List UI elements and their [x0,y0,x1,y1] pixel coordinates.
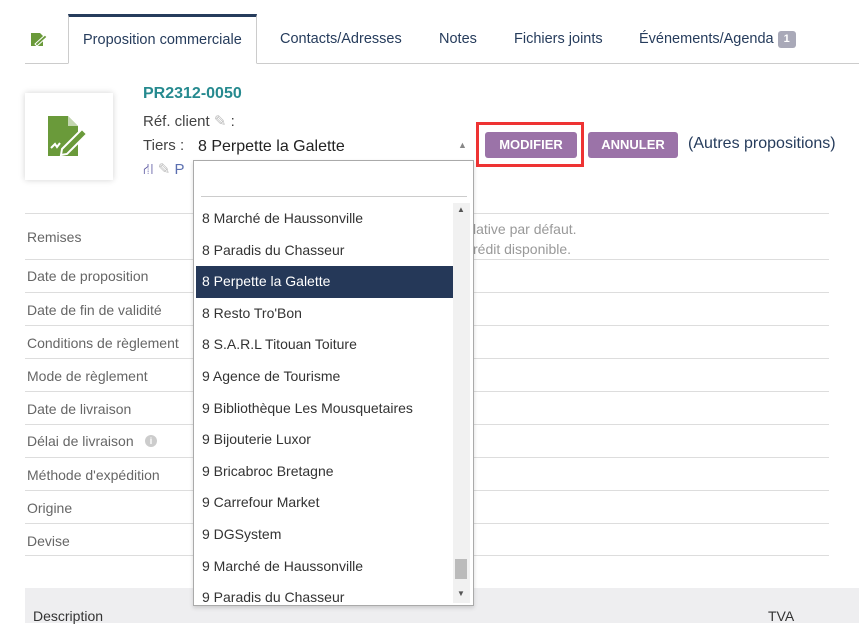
project-link[interactable]: P [174,161,184,178]
info-icon[interactable]: i [145,435,157,447]
tiers-dropdown: 8 Marché de Haussonville 8 Paradis du Cha… [193,160,474,606]
field-label-mode-reglement: Mode de règlement [27,368,148,384]
remises-line-1: lative par défaut. [473,221,577,237]
dropdown-option[interactable]: 9 Bibliothèque Les Mousquetaires [196,393,454,425]
dropdown-option[interactable]: 8 Resto Tro'Bon [196,298,454,330]
remises-info: lative par défaut. rédit disponible. [473,219,577,259]
proposal-edit-icon [48,116,89,157]
edit-ref-client-icon[interactable]: ✎ [214,113,227,130]
tiers-select-value: 8 Perpette la Galette [198,138,345,155]
tab-events-label: Événements/Agenda [639,31,774,47]
dropdown-option[interactable]: 8 Paradis du Chasseur [196,235,454,267]
dropdown-option[interactable]: 8 Marché de Haussonville [196,203,454,235]
field-label-devise: Devise [27,533,70,549]
edit-project-icon[interactable]: ✎ [154,161,171,178]
col-tva: TVA [768,608,795,624]
field-label-delai-livraison: Délai de livraison [27,433,134,449]
proposal-icon-tab[interactable] [30,14,48,64]
caret-up-icon: ▲ [458,140,467,150]
dropdown-option[interactable]: 9 Marché de Haussonville [196,551,454,583]
field-label-date-livraison: Date de livraison [27,401,132,417]
ref-client-label: Réf. client [143,113,210,130]
dropdown-option[interactable]: 9 Carrefour Market [196,487,454,519]
field-label-conditions-reglement: Conditions de règlement [27,335,179,351]
project-icon: ⛙ [143,161,154,178]
scroll-down-icon[interactable]: ▼ [457,589,465,598]
proposal-ref: PR2312-0050 [143,85,242,102]
tiers-label: Tiers : [143,137,185,154]
scrollbar-thumb[interactable] [455,559,467,579]
proposal-icon [31,33,48,47]
col-description: Description [33,608,104,624]
tab-notes[interactable]: Notes [439,14,477,64]
tab-contacts[interactable]: Contacts/Adresses [280,14,402,64]
events-count-badge: 1 [777,31,796,48]
scroll-up-icon[interactable]: ▲ [457,205,465,214]
tab-proposition[interactable]: Proposition commerciale [68,14,257,64]
tiers-select[interactable]: 8 Perpette la Galette ▲ [193,134,474,160]
project-row: ⛙ ✎ P [143,160,184,180]
colon: : [230,113,235,130]
ref-client-row: Réf. client ✎ : [143,112,235,130]
proposal-logo [25,93,113,180]
dropdown-option[interactable]: 9 Paradis du Chasseur [196,582,454,614]
field-label-origine: Origine [27,500,73,516]
field-label-date-fin-validite: Date de fin de validité [27,302,162,318]
field-label-date-proposition: Date de proposition [27,268,149,284]
tab-bar: Proposition commerciale Contacts/Adresse… [25,14,859,64]
cancel-button[interactable]: ANNULER [588,132,678,158]
modify-button[interactable]: MODIFIER [485,132,577,158]
dropdown-option[interactable]: 8 S.A.R.L Titouan Toiture [196,329,454,361]
field-label-methode-expedition: Méthode d'expédition [27,467,160,483]
tab-files[interactable]: Fichiers joints [514,14,603,64]
remises-line-2: rédit disponible. [473,241,572,257]
tiers-search-input[interactable] [201,169,467,197]
dropdown-scrollbar[interactable]: ▲ ▼ [453,203,470,603]
other-proposals-link[interactable]: (Autres propositions) [688,135,836,153]
tab-events[interactable]: Événements/Agenda 1 [639,14,796,64]
dropdown-option[interactable]: 9 DGSystem [196,519,454,551]
field-label-remises: Remises [27,229,82,245]
dropdown-option[interactable]: 9 Agence de Tourisme [196,361,454,393]
dropdown-option[interactable]: 9 Bricabroc Bretagne [196,456,454,488]
dropdown-option[interactable]: 8 Perpette la Galette [196,266,454,298]
dropdown-option[interactable]: 9 Bijouterie Luxor [196,424,454,456]
